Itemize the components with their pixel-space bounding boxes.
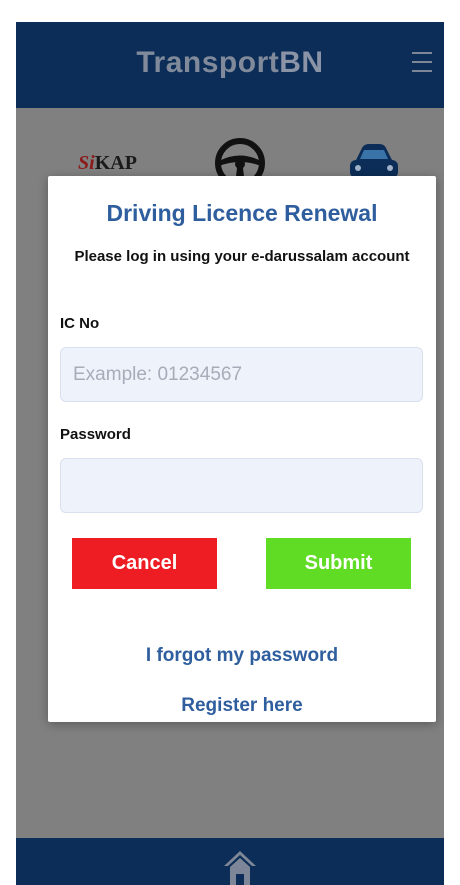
hamburger-menu-icon[interactable] [412, 52, 434, 76]
submit-button[interactable]: Submit [266, 538, 411, 589]
logo-text-transport: Transport [136, 46, 280, 79]
forgot-password-link[interactable]: I forgot my password [48, 645, 436, 667]
app-header: TransportBN [16, 22, 444, 108]
sikap-logo[interactable]: SiKAP [78, 152, 137, 175]
app-screen: TransportBN SiKAP Driving Licence Renewa… [16, 22, 444, 885]
login-modal: Driving Licence Renewal Please log in us… [48, 176, 436, 722]
cancel-button[interactable]: Cancel [72, 538, 217, 589]
ic-number-input[interactable] [60, 347, 423, 402]
bottom-nav-bar [16, 838, 444, 885]
sikap-suffix: KAP [94, 152, 137, 174]
modal-subtitle: Please log in using your e-darussalam ac… [74, 248, 410, 265]
password-input[interactable] [60, 458, 423, 513]
logo-text-bn: BN [279, 46, 324, 79]
modal-title: Driving Licence Renewal [106, 200, 378, 226]
sikap-prefix: Si [78, 152, 95, 174]
app-logo: TransportBN [16, 46, 444, 80]
register-link[interactable]: Register here [48, 695, 436, 717]
home-icon[interactable] [222, 848, 258, 885]
password-label: Password [60, 426, 131, 443]
ic-number-label: IC No [60, 315, 100, 332]
